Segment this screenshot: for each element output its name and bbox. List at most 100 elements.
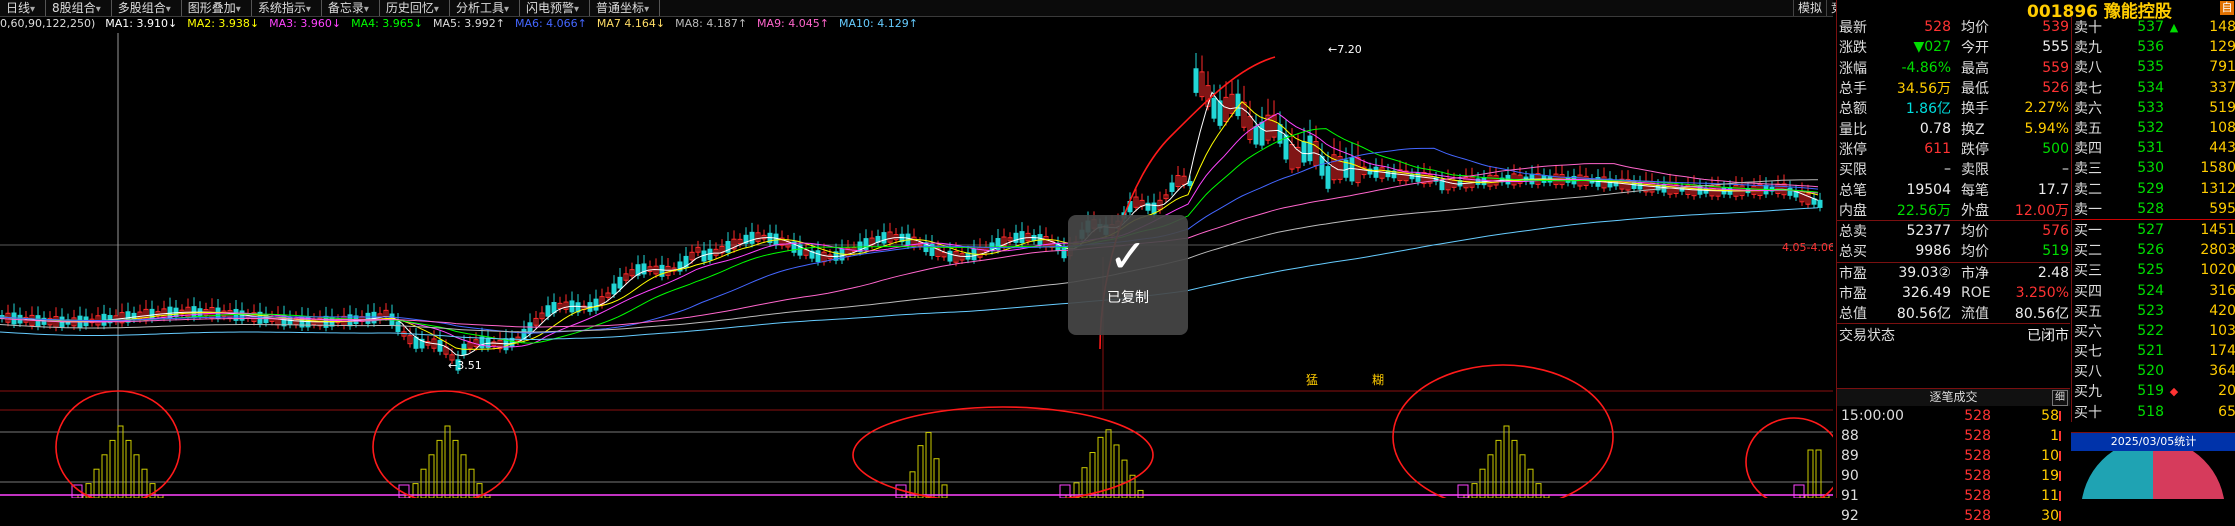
volume-bar [1519,454,1526,498]
candle-body [1787,187,1793,196]
level-volume: 1020 [2200,262,2235,279]
level-label: 买四 [2074,283,2102,300]
toolbar-item-3[interactable]: 图形叠加▾ [182,0,252,16]
tick-time: 89 [1841,448,1859,464]
ask-row[interactable]: 卖二 529 1312 [2072,179,2235,199]
tick-direction-mark [2059,411,2069,421]
quote-label: 涨跌 [1839,40,1867,57]
volume-bar [1807,449,1814,498]
tick-direction-mark [2059,431,2069,441]
bid-row[interactable]: 买七 521 174 [2072,341,2235,361]
ask-row[interactable]: 卖八 535 791 [2072,57,2235,77]
tick-time: 15:00:00 [1841,408,1904,424]
bid-row[interactable]: 买六 522 103 [2072,321,2235,341]
tick-time: 91 [1841,488,1859,504]
ma-legend-item: MA8: 4.187↑ [675,17,748,30]
volume-bar [1793,484,1805,498]
quote-row: 最新 528 均价 539 [1837,17,2070,37]
toolbar-item-label: 系统指示 [257,1,306,15]
bid-row[interactable]: 买四 524 316 [2072,280,2235,300]
ma-legend-item: 0,60,90,122,250) [0,17,96,30]
bid-row[interactable]: 买三 525 1020 [2072,260,2235,280]
ask-row[interactable]: 卖十 537 ▲ 148 [2072,17,2235,37]
quote-row: 总买 9986 均价 519 [1837,241,2070,261]
quote-value: – [1944,161,1951,178]
tick-list: 逐笔成交 细 15:00:00 528 58 88 528 1 89 528 10 90 528 19… [1837,388,2070,526]
down-arrow-icon: ▾ [644,4,650,15]
quote-value: 80.56亿 [2014,306,2069,323]
ask-row[interactable]: 卖六 533 519 [2072,98,2235,118]
quote-value: 9986 [1915,243,1951,260]
quote-label: 总值 [1839,306,1867,323]
level-label: 卖五 [2074,121,2102,138]
self-select-button[interactable]: 自 [2220,1,2234,15]
level-volume: 65 [2218,403,2235,420]
toolbar-item-1[interactable]: 8股组合▾ [46,0,112,16]
quote-value: 5.94% [2024,120,2069,137]
volume-bar [133,454,140,498]
level-volume: 108 [2209,120,2235,137]
right-tab-0[interactable]: 模拟 [1793,0,1826,16]
ask-row[interactable]: 卖四 531 443 [2072,138,2235,158]
quote-label: 涨幅 [1839,60,1867,77]
volume-bar [452,439,459,498]
toolbar-item-4[interactable]: 系统指示▾ [252,0,322,16]
toolbar-item-2[interactable]: 多股组合▾ [112,0,182,16]
level-price: 522 [2137,322,2164,339]
volume-bar [1457,484,1469,498]
level-label: 卖一 [2074,201,2102,218]
ask-row[interactable]: 卖三 530 1580 [2072,158,2235,178]
bid-row[interactable]: 买八 520 364 [2072,361,2235,381]
toolbar-item-7[interactable]: 分析工具▾ [450,0,520,16]
level-label: 买一 [2074,222,2102,239]
ma-legend-item: MA4: 3.965↓ [351,17,424,30]
level-label: 买六 [2074,323,2102,340]
bid-row[interactable]: 买十 518 65 [2072,402,2235,422]
stat-pie [2081,439,2225,511]
down-arrow-icon: ▾ [503,4,509,15]
toolbar-item-8[interactable]: 闪电预警▾ [520,0,591,16]
level-price: 520 [2137,363,2164,380]
volume-bar [1137,489,1144,498]
toolbar-item-9[interactable]: 普通坐标▾ [590,0,661,16]
toolbar-item-label: 历史回忆 [385,1,434,15]
level-price: 532 [2137,120,2164,137]
toolbar-item-5[interactable]: 备忘录▾ [322,0,380,16]
ask-row[interactable]: 卖七 534 337 [2072,78,2235,98]
ask-row[interactable]: 卖九 536 129 [2072,37,2235,57]
quote-value: 611 [1924,140,1951,157]
quote-value: 2.27% [2024,100,2069,117]
quote-label: 市盈 [1839,286,1867,302]
tick-price: 528 [1964,448,1991,464]
ma-legend-item: MA10: 4.129↑ [838,17,918,30]
volume-bar [1479,468,1486,498]
bid-row[interactable]: 买五 523 420 [2072,301,2235,321]
bid-row[interactable]: 买二 526 2803 [2072,240,2235,260]
ask-row[interactable]: 卖一 528 595 [2072,199,2235,219]
bid-row[interactable]: 买九 519 ◆ 20 [2072,381,2235,401]
tick-detail-button[interactable]: 细 [2052,390,2068,406]
level-volume: 443 [2209,140,2235,157]
level-volume: 519 [2209,99,2235,116]
quote-value: 19504 [1906,181,1951,198]
ma-legend-item: MA5: 3.992↑ [433,17,505,30]
quote-value: 已闭市 [2027,327,2069,344]
volume-bar [444,425,451,498]
tick-row: 92 528 30 [1837,506,2070,526]
kline-chart[interactable]: ←7.20 ←3.51 4.05-4.06 猛 糊 [0,17,1833,498]
quote-label: 跌停 [1961,141,1989,158]
toolbar-item-6[interactable]: 历史回忆▾ [380,0,450,16]
quote-value: 555 [2042,39,2069,56]
quote-row: 总卖 52377 均价 576 [1837,219,2070,241]
level-label: 买七 [2074,344,2102,361]
volume-bar [1081,467,1088,498]
ma-legend: 0,60,90,122,250) MA1: 3.910↓ MA2: 3.938↓ MA… [0,17,928,32]
quote-label: 总笔 [1839,182,1867,199]
volume-bar [125,439,132,498]
toolbar-item-0[interactable]: 日线▾ [0,0,47,16]
bid-row[interactable]: 买一 527 1451 [2072,218,2235,240]
candle-body [1325,166,1331,189]
diamond-icon: ◆ [2169,384,2179,398]
ask-row[interactable]: 卖五 532 108 [2072,118,2235,138]
level-price: 530 [2137,160,2164,177]
